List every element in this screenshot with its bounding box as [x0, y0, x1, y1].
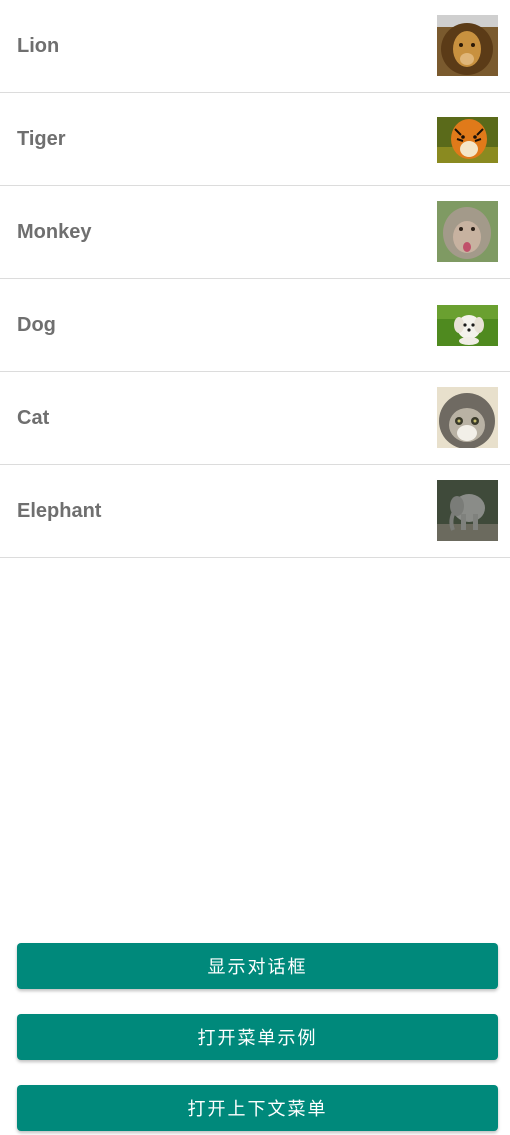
- open-menu-example-button[interactable]: 打开菜单示例: [17, 1014, 498, 1060]
- list-item-label: Dog: [17, 313, 56, 336]
- dog-photo-icon: [437, 305, 498, 346]
- elephant-photo-icon: [437, 480, 498, 541]
- open-context-menu-button[interactable]: 打开上下文菜单: [17, 1085, 498, 1131]
- list-item-cat[interactable]: Cat: [0, 372, 510, 465]
- tiger-photo-icon: [437, 117, 498, 163]
- list-item-tiger[interactable]: Tiger: [0, 93, 510, 186]
- list-item-label: Monkey: [17, 220, 92, 243]
- animal-list: Lion Tiger Monkey Dog Cat Elephant: [0, 0, 510, 558]
- list-item-elephant[interactable]: Elephant: [0, 465, 510, 558]
- monkey-photo-icon: [437, 201, 498, 262]
- list-item-dog[interactable]: Dog: [0, 279, 510, 372]
- app-screen: Lion Tiger Monkey Dog Cat Elephant 显示对话框…: [0, 0, 510, 1135]
- list-item-label: Tiger: [17, 127, 66, 150]
- list-item-label: Elephant: [17, 499, 102, 522]
- list-item-lion[interactable]: Lion: [0, 0, 510, 93]
- list-item-label: Lion: [17, 34, 60, 57]
- lion-photo-icon: [437, 15, 498, 76]
- list-item-label: Cat: [17, 406, 50, 429]
- show-dialog-button[interactable]: 显示对话框: [17, 943, 498, 989]
- list-item-monkey[interactable]: Monkey: [0, 186, 510, 279]
- cat-photo-icon: [437, 387, 498, 448]
